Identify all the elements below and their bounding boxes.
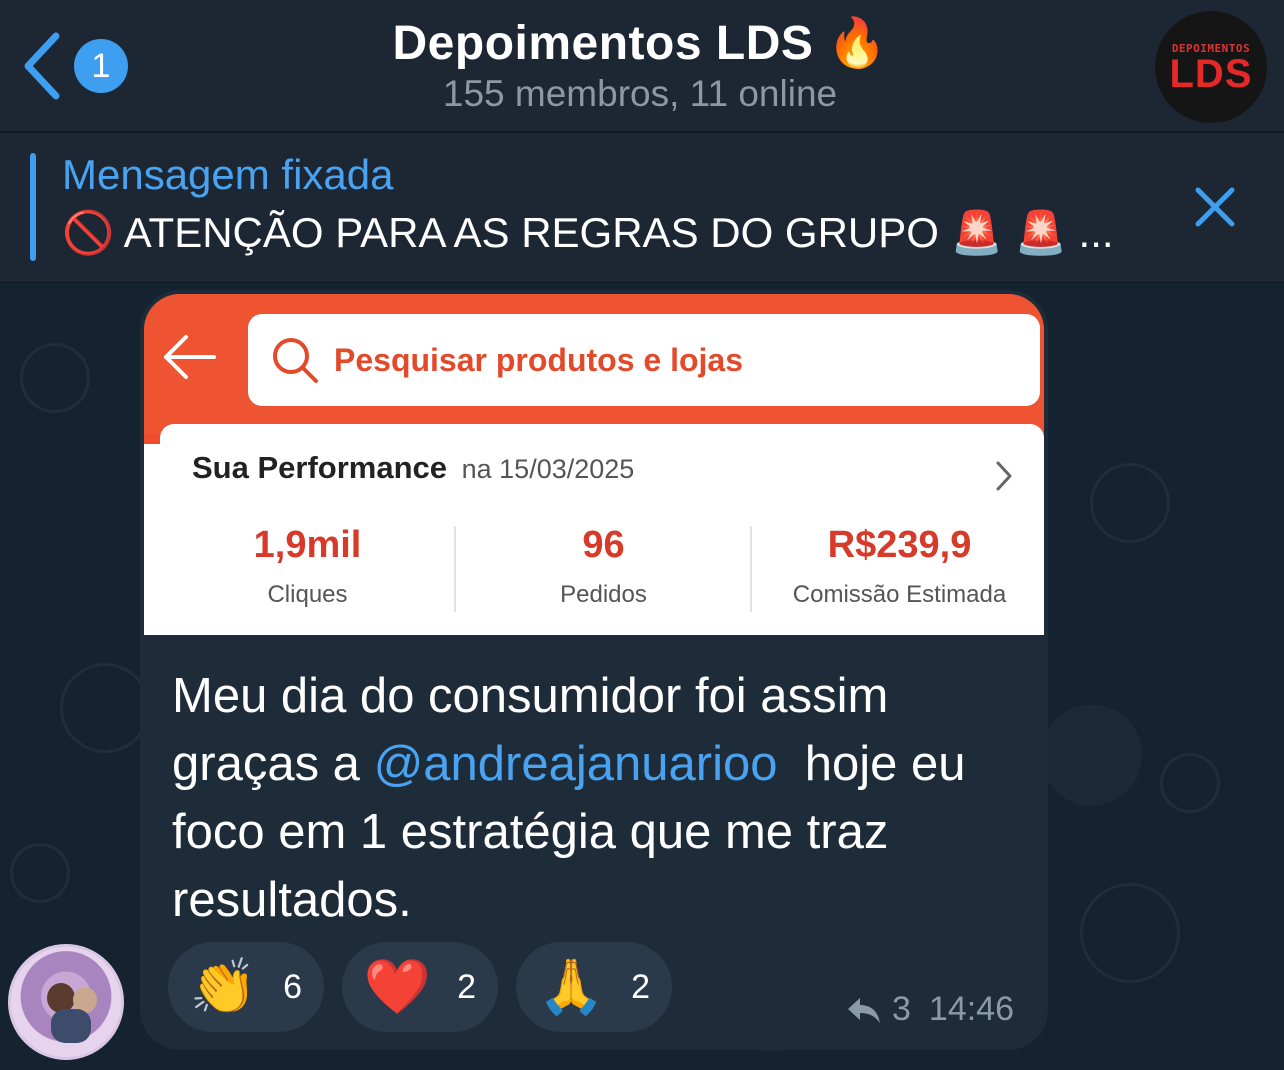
reaction-clap[interactable]: 👏 6 <box>168 942 324 1032</box>
group-avatar[interactable]: DEPOIMENTOS LDS <box>1155 11 1267 123</box>
photo-search-bar: Pesquisar produtos e lojas <box>248 314 1040 406</box>
performance-title-text: Sua Performance <box>192 450 447 485</box>
message-bubble[interactable]: Pesquisar produtos e lojas Sua Performan… <box>140 290 1048 1050</box>
stat-orders: 96 Pedidos <box>456 524 751 609</box>
chevron-right-icon <box>996 461 1012 491</box>
stat-value: 1,9mil <box>253 524 362 566</box>
reaction-count: 6 <box>283 967 303 1006</box>
heart-icon: ❤️ <box>363 955 432 1018</box>
chat-title-area[interactable]: Depoimentos LDS 🔥 155 membros, 11 online <box>290 14 990 115</box>
chat-header: 1 Depoimentos LDS 🔥 155 membros, 11 onli… <box>0 0 1284 132</box>
performance-card: Sua Performance na 15/03/2025 1,9mil Cli… <box>160 424 1044 635</box>
back-button[interactable]: 1 <box>20 30 130 102</box>
message-meta: 3 14:46 <box>846 990 1014 1029</box>
arrow-left-icon <box>164 335 216 379</box>
performance-date: na 15/03/2025 <box>461 454 635 484</box>
reaction-heart[interactable]: ❤️ 2 <box>342 942 498 1032</box>
search-icon <box>273 338 318 383</box>
reactions-row: 👏 6 ❤️ 2 🙏 2 <box>168 942 672 1032</box>
reaction-count: 2 <box>631 967 651 1006</box>
clap-icon: 👏 <box>189 955 258 1018</box>
message-time: 14:46 <box>928 990 1015 1028</box>
stat-label: Cliques <box>267 581 348 608</box>
pinned-indicator <box>30 153 36 261</box>
performance-title: Sua Performance na 15/03/2025 <box>192 450 634 486</box>
avatar-logo-text: LDS <box>1169 51 1253 96</box>
chat-title: Depoimentos LDS 🔥 <box>392 17 888 70</box>
sender-avatar[interactable] <box>8 944 124 1060</box>
close-icon[interactable] <box>1192 184 1238 230</box>
pray-icon: 🙏 <box>537 955 606 1018</box>
chat-subtitle: 155 membros, 11 online <box>442 73 838 114</box>
unread-badge: 1 <box>74 39 128 93</box>
stat-value: R$239,9 <box>827 524 972 566</box>
message-text: Meu dia do consumidor foi assim graças a… <box>172 662 1022 934</box>
stat-value: 96 <box>582 524 625 566</box>
pinned-text: 🚫 ATENÇÃO PARA AS REGRAS DO GRUPO 🚨 🚨 ..… <box>62 209 1114 256</box>
pinned-title: Mensagem fixada <box>62 151 394 198</box>
stat-label: Pedidos <box>560 581 647 608</box>
pinned-message[interactable]: Mensagem fixada 🚫 ATENÇÃO PARA AS REGRAS… <box>0 133 1284 283</box>
user-mention-link[interactable]: @andreajanuarioo <box>374 737 778 791</box>
chevron-left-icon <box>24 32 60 100</box>
stat-label: Comissão Estimada <box>792 581 1007 608</box>
reply-icon[interactable] <box>846 995 882 1025</box>
stat-commission: R$239,9 Comissão Estimada <box>752 524 1044 609</box>
reaction-pray[interactable]: 🙏 2 <box>516 942 672 1032</box>
message-photo[interactable]: Pesquisar produtos e lojas Sua Performan… <box>144 294 1044 635</box>
reaction-count: 2 <box>457 967 477 1006</box>
stat-clicks: 1,9mil Cliques <box>160 524 455 609</box>
photo-search-placeholder: Pesquisar produtos e lojas <box>334 341 743 378</box>
reply-count[interactable]: 3 <box>892 990 911 1029</box>
